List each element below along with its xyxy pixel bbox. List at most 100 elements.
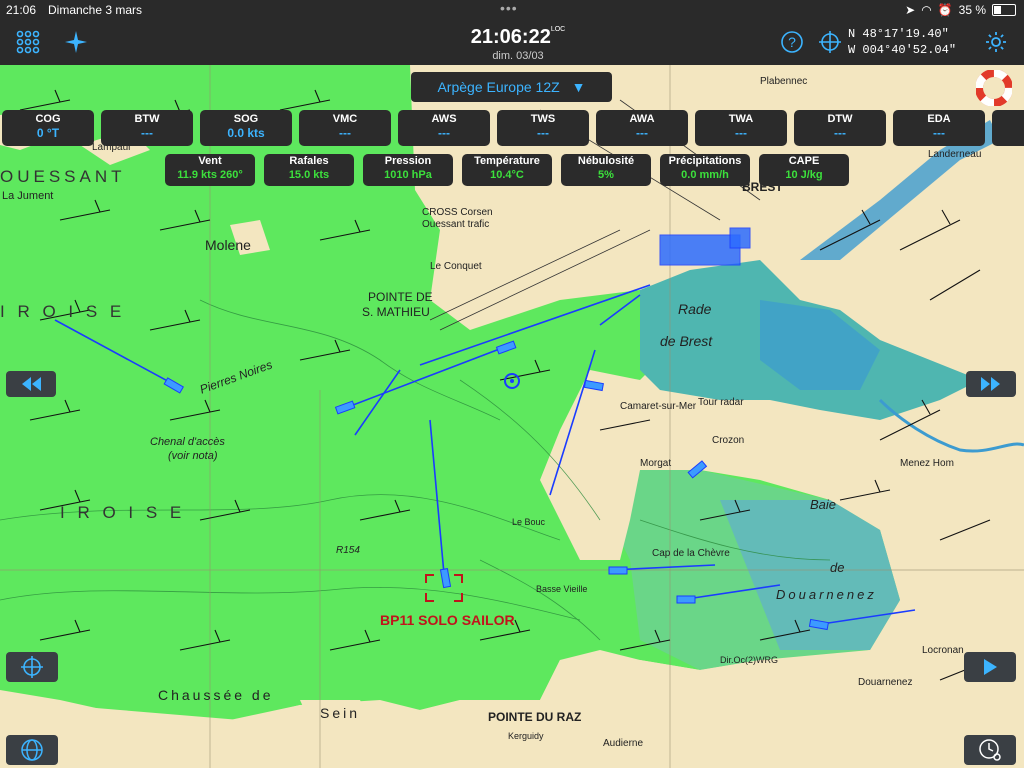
weather-label: Précipitations [668, 155, 742, 167]
instrument-sog[interactable]: SOG 0.0 kts [200, 110, 292, 146]
place-baie: Baie [810, 497, 837, 512]
place-cap-chevre: Cap de la Chèvre [652, 548, 730, 559]
instrument-label: EDA [927, 113, 951, 125]
status-date: Dimanche 3 mars [48, 3, 143, 17]
place-voir-nota: (voir nota) [168, 450, 218, 462]
selected-boat-label[interactable]: BP11 SOLO SAILOR [380, 612, 515, 628]
weather-cloud-cover[interactable]: Nébulosité 5% [561, 154, 651, 186]
ios-status-bar: 21:06 Dimanche 3 mars ••• ➤ ◠ ⏰ 35 % [0, 0, 1024, 20]
place-tour-radar: Tour radar [698, 397, 744, 408]
weather-pressure[interactable]: Pression 1010 hPa [363, 154, 453, 186]
instrument-eda[interactable]: EDA --- [893, 110, 985, 146]
weather-wind[interactable]: Vent 11.9 kts 260° [165, 154, 255, 186]
instrument-twa[interactable]: TWA --- [695, 110, 787, 146]
instrument-value: --- [141, 126, 153, 140]
place-chaussee: Chaussée de [158, 687, 274, 703]
alarm-icon: ⏰ [937, 3, 953, 17]
longitude: W 004°40'52.04" [848, 43, 957, 57]
place-le-conquet: Le Conquet [430, 261, 482, 272]
weather-value: 15.0 kts [288, 169, 330, 181]
instrument-value: 0.0 kts [227, 126, 265, 140]
instrument-tws[interactable]: TWS --- [497, 110, 589, 146]
place-douarnenez: Douarnenez [858, 677, 913, 688]
place-pointe-du-raz: POINTE DU RAZ [488, 710, 582, 724]
wifi-icon: ◠ [921, 3, 932, 17]
help-icon[interactable]: ? [778, 28, 806, 56]
instrument-aws[interactable]: AWS --- [398, 110, 490, 146]
place-ouessant: OUESSANT [0, 167, 126, 186]
place-kerguidy: Kerguidy [508, 731, 544, 741]
crosshair-icon [21, 656, 43, 678]
clock: 21:06:22LOC dim. 03/03 [468, 26, 568, 62]
weather-precipitation[interactable]: Précipitations 0.0 mm/h [660, 154, 750, 186]
rewind-button[interactable] [6, 371, 56, 397]
place-iroise-south: I R O I S E [60, 503, 186, 522]
instrument-awa[interactable]: AWA --- [596, 110, 688, 146]
weather-temperature[interactable]: Température 10.4°C [462, 154, 552, 186]
instrument-label: AWA [629, 113, 655, 125]
place-ouessant-traffic: Ouessant trafic [422, 219, 490, 230]
place-st-mathieu: S. MATHIEU [362, 305, 430, 319]
weather-value: 10.4°C [490, 169, 524, 181]
settings-gear-icon[interactable] [982, 28, 1010, 56]
svg-text:?: ? [788, 34, 796, 50]
place-rade: Rade [678, 301, 712, 317]
globe-layers-button[interactable] [6, 735, 58, 765]
play-icon [984, 659, 997, 675]
weather-label: Vent [198, 155, 222, 167]
weather-label: Nébulosité [577, 155, 635, 167]
place-sein: Sein [320, 705, 361, 721]
center-position-button[interactable] [6, 652, 58, 682]
latitude: N 48°17'19.40" [848, 27, 949, 41]
time-settings-button[interactable] [964, 735, 1016, 765]
battery-percent: 35 % [958, 3, 986, 17]
status-time: 21:06 [6, 3, 37, 17]
play-button[interactable] [964, 652, 1016, 682]
weather-cape[interactable]: CAPE 10 J/kg [759, 154, 849, 186]
instrument-value: --- [438, 126, 450, 140]
place-audierne: Audierne [603, 738, 644, 749]
grid-menu-icon[interactable] [14, 28, 42, 56]
globe-icon [21, 739, 43, 761]
fast-forward-button[interactable] [966, 371, 1016, 397]
weather-model-label: Arpège Europe 12Z [437, 79, 560, 95]
place-de: de [830, 560, 845, 575]
life-ring-mob-icon[interactable] [975, 69, 1013, 107]
location-arrow-icon: ➤ [905, 3, 916, 17]
place-menez-hom: Menez Hom [900, 458, 954, 469]
gps-coordinates: N 48°17'19.40" W 004°40'52.04" [848, 26, 956, 58]
place-cross: CROSS Corsen [422, 207, 493, 218]
weather-model-selector[interactable]: Arpège Europe 12Z ▼ [411, 72, 612, 102]
app-top-bar: 21:06:22LOC dim. 03/03 ? N 48°17'19.40" … [0, 20, 1024, 65]
weather-label: Température [474, 155, 540, 167]
place-camaret: Camaret-sur-Mer [620, 401, 697, 412]
compass-star-icon[interactable] [62, 28, 90, 56]
place-morgat: Morgat [640, 458, 672, 469]
fast-forward-icon [981, 377, 1000, 391]
instrument-cog[interactable]: COG 0 °T [2, 110, 94, 146]
instrument-vmc[interactable]: VMC --- [299, 110, 391, 146]
weather-gusts[interactable]: Rafales 15.0 kts [264, 154, 354, 186]
instrument-btw[interactable]: BTW --- [101, 110, 193, 146]
instrument-dtw[interactable]: DTW --- [794, 110, 886, 146]
instrument-label: VMC [332, 113, 358, 125]
weather-label: CAPE [788, 155, 820, 167]
crosshair-icon[interactable] [816, 28, 844, 56]
place-iroise-north: I R O I S E [0, 302, 126, 321]
weather-value: 10 J/kg [785, 169, 823, 181]
place-r154: R154 [336, 545, 360, 556]
weather-value: 0.0 mm/h [681, 169, 729, 181]
instrument-label: COG [35, 113, 61, 125]
weather-value: 5% [598, 169, 614, 181]
instrument-overflow[interactable] [992, 110, 1024, 146]
clock-loc-label: LOC [550, 26, 566, 33]
multitask-dots-icon[interactable]: ••• [500, 0, 518, 16]
clock-date: dim. 03/03 [492, 50, 544, 62]
instrument-label: BTW [134, 113, 160, 125]
place-crozon: Crozon [712, 435, 745, 446]
clock-settings-icon [979, 739, 1001, 761]
place-de-brest: de Brest [660, 333, 713, 349]
clock-time: 21:06:22 [470, 26, 551, 48]
place-la-jument: La Jument [2, 190, 54, 202]
weather-label: Pression [384, 155, 432, 167]
